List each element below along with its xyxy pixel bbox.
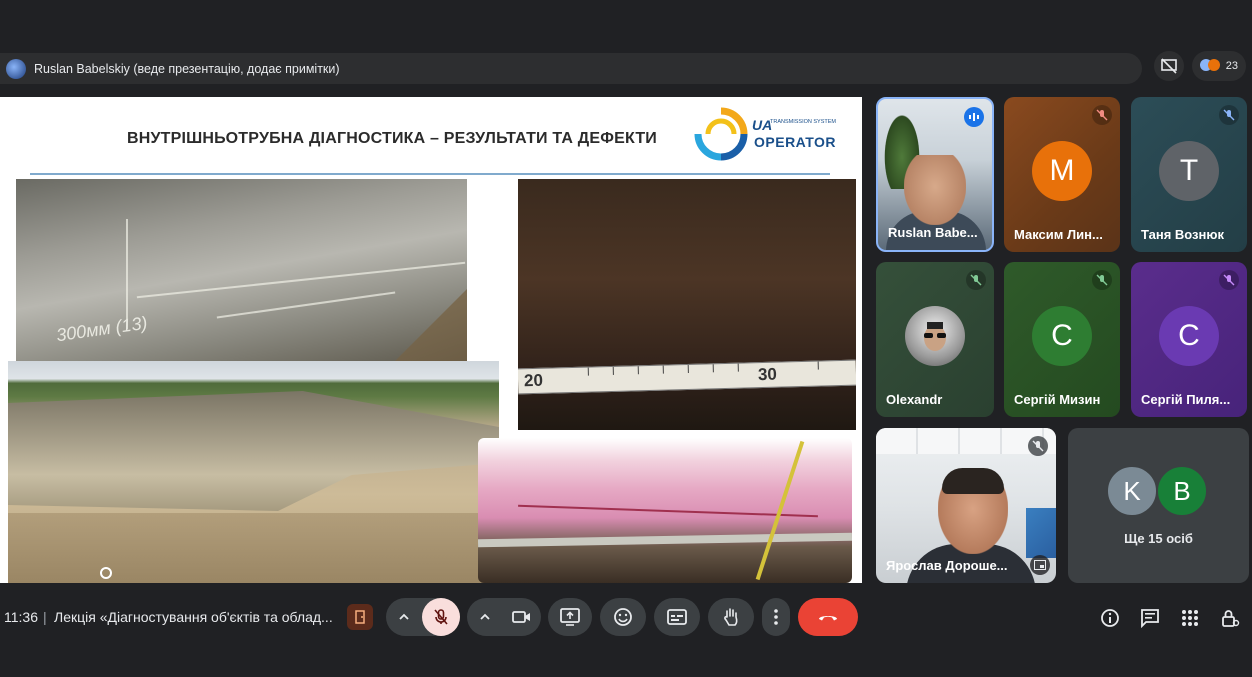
more-avatar: B <box>1156 465 1208 517</box>
speaking-icon <box>964 107 984 127</box>
participant-tile-ruslan[interactable]: Ruslan Babe... <box>876 97 994 252</box>
participant-avatar: С <box>1159 305 1219 366</box>
mic-muted-icon <box>1028 436 1048 456</box>
presentation-slide: ВНУТРІШНЬОТРУБНА ДІАГНОСТИКА – РЕЗУЛЬТАТ… <box>0 97 862 583</box>
logo-line3: OPERATOR <box>754 134 837 150</box>
participant-avatar: Т <box>1159 140 1219 201</box>
activities-button[interactable] <box>1180 608 1200 628</box>
title-separator: | <box>43 609 47 625</box>
participant-name: Olexandr <box>886 392 943 407</box>
participant-name: Ярослав Дороше... <box>886 558 1008 573</box>
participant-video <box>904 155 966 225</box>
more-participants-label: Ще 15 осіб <box>1124 531 1193 546</box>
mic-muted-icon <box>1219 105 1239 125</box>
measuring-tape: 20 30 <box>518 359 856 395</box>
participant-tile-yaroslav[interactable]: Ярослав Дороше... <box>876 428 1056 583</box>
reactions-button[interactable] <box>600 598 646 636</box>
camera-indicator-icon <box>100 567 112 579</box>
tape-number: 20 <box>523 370 544 391</box>
meeting-time: 11:36 <box>4 609 38 625</box>
more-options-button[interactable] <box>762 598 790 636</box>
more-vertical-icon <box>774 609 778 625</box>
more-participants-tile[interactable]: K B Ще 15 осіб <box>1068 428 1249 583</box>
present-screen-button[interactable] <box>548 598 592 636</box>
chat-icon <box>1141 609 1159 628</box>
company-logo: UA TRANSMISSION SYSTEM OPERATOR <box>694 107 844 163</box>
raise-hand-button[interactable] <box>708 598 754 636</box>
presenter-avatar <box>6 58 26 79</box>
participant-tile-serhiy-pylya[interactable]: С Сергій Пиля... <box>1131 262 1247 417</box>
participant-name: Максим Лин... <box>1014 227 1103 242</box>
camera-toggle-button[interactable] <box>503 598 541 636</box>
slide-title: ВНУТРІШНЬОТРУБНА ДІАГНОСТИКА – РЕЗУЛЬТАТ… <box>126 130 658 147</box>
chevron-up-icon <box>480 613 490 620</box>
participant-avatar: С <box>1032 305 1092 366</box>
present-screen-icon <box>560 608 580 626</box>
bottom-toolbar: 11:36 | Лекція «Діагностування об'єктів … <box>0 593 1252 641</box>
pin-tile-button[interactable] <box>1030 555 1050 575</box>
hide-presentation-button[interactable] <box>1153 51 1184 81</box>
mic-muted-icon <box>1092 105 1112 125</box>
participant-tile-olexandr[interactable]: Olexandr <box>876 262 994 417</box>
meeting-activity-badge[interactable] <box>347 604 373 630</box>
people-icon <box>1199 57 1222 75</box>
participant-name: Таня Вознюк <box>1141 227 1224 242</box>
meeting-details-button[interactable] <box>1100 608 1120 628</box>
meeting-title: Лекція «Діагностування об'єктів та облад… <box>54 609 333 625</box>
participant-name: Сергій Мизин <box>1014 392 1101 407</box>
chat-button[interactable] <box>1140 608 1160 628</box>
participant-name: Ruslan Babe... <box>888 225 978 240</box>
slide-divider <box>30 173 830 175</box>
host-controls-icon <box>1222 610 1240 627</box>
picture-in-picture-icon <box>1034 560 1046 570</box>
end-call-icon <box>819 616 837 621</box>
more-avatar: K <box>1106 465 1158 517</box>
participant-name: Сергій Пиля... <box>1141 392 1231 407</box>
sunglasses-icon <box>924 321 946 351</box>
presenter-text: Ruslan Babelskiy (веде презентацію, дода… <box>34 61 340 76</box>
photo-scribble: 300мм (13) <box>54 312 149 346</box>
chevron-up-icon <box>399 613 409 620</box>
hand-icon <box>724 608 738 626</box>
door-icon <box>355 610 365 624</box>
mic-muted-icon <box>1092 270 1112 290</box>
tape-number: 30 <box>757 364 778 385</box>
photo-crack-detection <box>478 438 852 583</box>
info-icon <box>1101 609 1119 627</box>
photo-ruptured-pipe <box>8 361 499 583</box>
logo-line2: TRANSMISSION SYSTEM <box>770 119 837 125</box>
presentation-off-icon <box>1160 58 1177 74</box>
leave-call-button[interactable] <box>798 598 858 636</box>
mic-options-button[interactable] <box>386 598 422 636</box>
mic-muted-icon <box>1219 270 1239 290</box>
captions-button[interactable] <box>654 598 700 636</box>
photo-corroded-surface: 20 30 <box>518 179 856 430</box>
emoji-icon <box>614 608 632 626</box>
participant-count: 23 <box>1225 60 1238 72</box>
photo-pipe-markings: 300мм (13) <box>16 179 467 361</box>
mic-control-group <box>386 598 460 636</box>
camera-options-button[interactable] <box>467 598 503 636</box>
host-controls-button[interactable] <box>1220 608 1240 628</box>
participant-avatar: М <box>1032 140 1092 201</box>
apps-icon <box>1182 610 1198 626</box>
logo-ring-icon <box>694 107 748 161</box>
participant-avatar-photo <box>905 305 965 366</box>
participant-tile-maksym[interactable]: М Максим Лин... <box>1004 97 1120 252</box>
camera-control-group <box>467 598 541 636</box>
participants-button[interactable]: 23 <box>1191 51 1246 81</box>
captions-icon <box>667 609 687 625</box>
mic-toggle-button[interactable] <box>422 598 460 636</box>
video-camera-icon <box>512 611 530 623</box>
mic-off-icon <box>434 609 448 625</box>
mic-muted-icon <box>966 270 986 290</box>
participant-tile-tanya[interactable]: Т Таня Вознюк <box>1131 97 1247 252</box>
participant-tile-serhiy-myzyn[interactable]: С Сергій Мизин <box>1004 262 1120 417</box>
top-right-controls: 23 <box>1153 51 1246 81</box>
presenter-banner: Ruslan Babelskiy (веде презентацію, дода… <box>0 53 1142 84</box>
